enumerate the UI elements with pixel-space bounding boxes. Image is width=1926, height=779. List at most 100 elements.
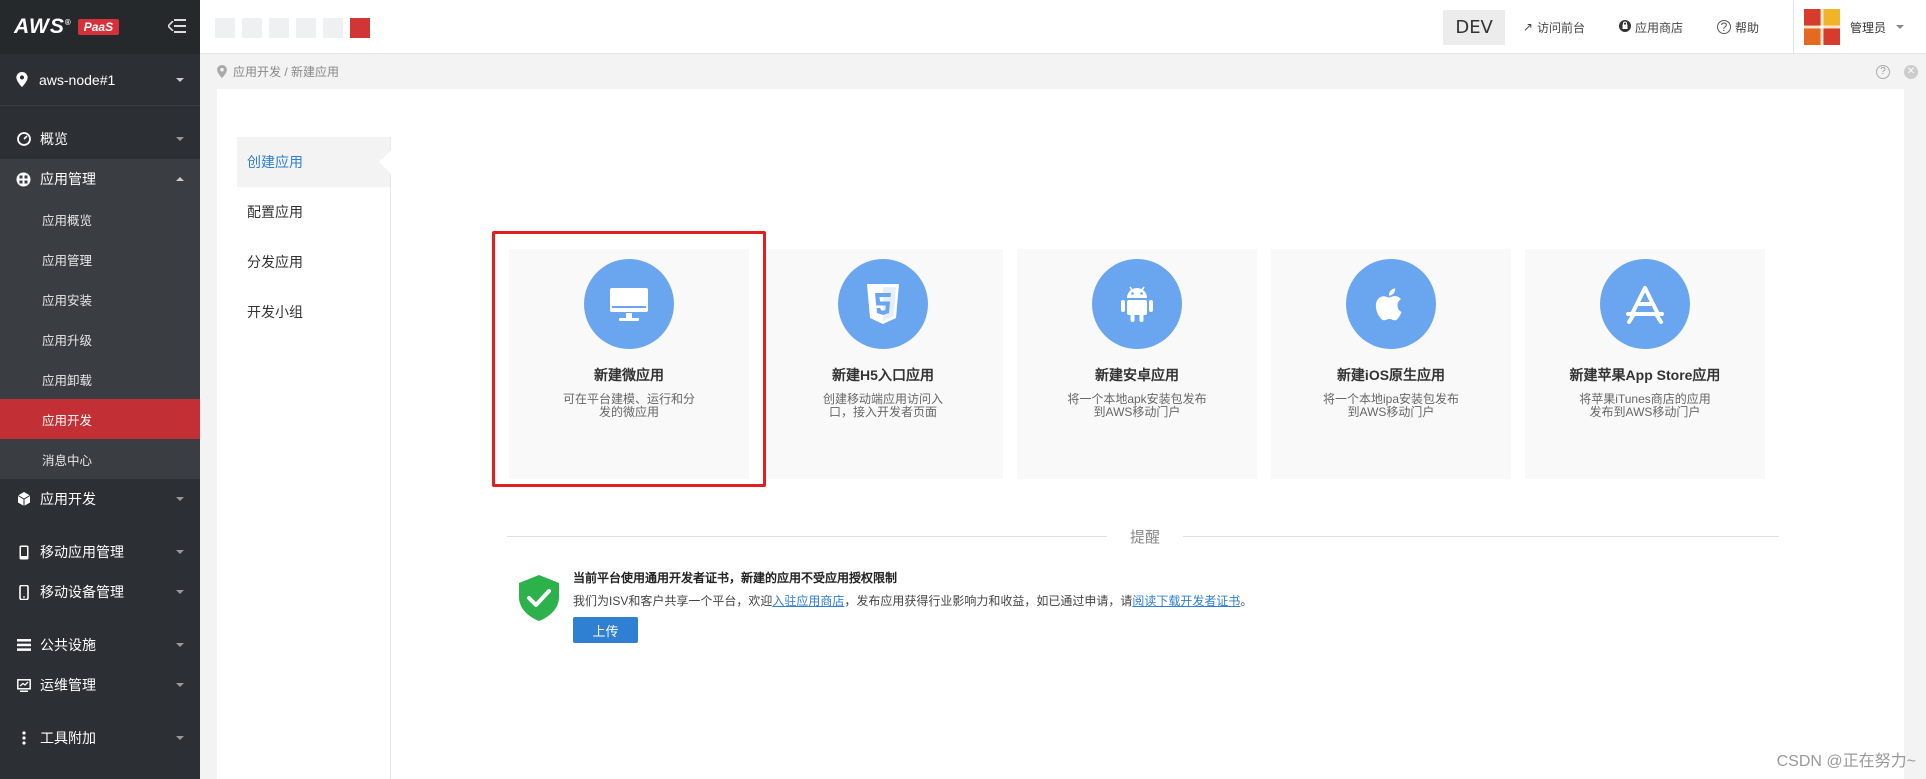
sidebar-item-label: 运维管理 bbox=[40, 677, 96, 693]
chevron-up-icon bbox=[176, 177, 184, 181]
chevron-down-icon bbox=[176, 497, 184, 501]
apple-icon bbox=[1346, 259, 1436, 349]
sidebar-item-label: 概览 bbox=[40, 131, 68, 147]
submenu-item-app-install[interactable]: 应用安装 bbox=[0, 279, 200, 319]
sidebar-item-mobile-device-management[interactable]: 移动设备管理 bbox=[0, 572, 200, 612]
monitor-chart-icon bbox=[16, 678, 31, 693]
notice-text: 我们为ISV和客户共享一个平台，欢迎入驻应用商店，发布应用获得行业影响力和收益，… bbox=[573, 594, 1253, 608]
submenu-item-app-overview[interactable]: 应用概览 bbox=[0, 199, 200, 239]
avatar bbox=[1803, 9, 1840, 45]
subnav-dev-team[interactable]: 开发小组 bbox=[237, 287, 390, 337]
tab-placeholder[interactable] bbox=[296, 18, 316, 38]
map-pin-icon bbox=[217, 65, 227, 78]
notice-title: 当前平台使用通用开发者证书，新建的应用不受应用授权限制 bbox=[573, 571, 898, 585]
node-label: aws-node#1 bbox=[39, 71, 116, 88]
chevron-down-icon bbox=[176, 550, 184, 554]
tab-placeholder[interactable] bbox=[242, 18, 262, 38]
cube-icon bbox=[16, 492, 31, 507]
subnav-distribute-app[interactable]: 分发应用 bbox=[237, 237, 390, 287]
mobile-device-icon bbox=[16, 584, 31, 600]
chevron-down-icon bbox=[176, 77, 184, 82]
main-content: 创建应用 配置应用 分发应用 开发小组 新建微应用 可在平台建模、运行和分发的微… bbox=[217, 89, 1904, 779]
chevron-down-icon bbox=[176, 590, 184, 594]
submenu-item-app-uninstall[interactable]: 应用卸载 bbox=[0, 359, 200, 399]
store-icon bbox=[1618, 19, 1631, 35]
sidebar-item-label: 工具附加 bbox=[40, 730, 96, 746]
chevron-down-icon bbox=[176, 137, 184, 141]
submenu-item-app-upgrade[interactable]: 应用升级 bbox=[0, 319, 200, 359]
chevron-down-icon bbox=[176, 683, 184, 687]
sidebar-item-label: 公共设施 bbox=[40, 637, 96, 653]
top-bar: DEV ↗ 访问前台 应用商店 ? 帮助 管理员 bbox=[200, 0, 1926, 54]
join-app-store-link[interactable]: 入驻应用商店 bbox=[772, 594, 844, 608]
breadcrumb-text: 应用开发 / 新建应用 bbox=[233, 65, 340, 79]
submenu-item-app-management[interactable]: 应用管理 bbox=[0, 239, 200, 279]
chevron-down-icon bbox=[176, 643, 184, 647]
card-new-android-app[interactable]: 新建安卓应用 将一个本地apk安装包发布到AWS移动门户 bbox=[1017, 249, 1257, 479]
logo[interactable]: AWS® PaaS bbox=[0, 0, 200, 54]
notice-divider-label: 提醒 bbox=[1129, 529, 1160, 546]
shield-check-icon bbox=[519, 575, 559, 621]
help-link[interactable]: ? 帮助 bbox=[1716, 19, 1759, 36]
help-icon[interactable]: ? bbox=[1876, 65, 1890, 79]
sidebar-item-label: 移动设备管理 bbox=[40, 584, 124, 600]
node-selector[interactable]: aws-node#1 bbox=[0, 54, 200, 106]
window-tabs bbox=[215, 18, 370, 38]
card-new-appstore-app[interactable]: 新建苹果App Store应用 将苹果iTunes商店的应用发布到AWS移动门户 bbox=[1525, 249, 1765, 479]
sub-navigation: 创建应用 配置应用 分发应用 开发小组 bbox=[237, 137, 391, 779]
android-icon bbox=[1092, 259, 1182, 349]
appstore-icon bbox=[1600, 259, 1690, 349]
notice-divider: 提醒 bbox=[507, 526, 1779, 546]
tab-placeholder[interactable] bbox=[323, 18, 343, 38]
tab-placeholder[interactable] bbox=[215, 18, 235, 38]
logo-aws-text: AWS® bbox=[14, 15, 72, 38]
card-title: 新建H5入口应用 bbox=[832, 367, 934, 383]
card-desc: 将苹果iTunes商店的应用发布到AWS移动门户 bbox=[1579, 392, 1711, 419]
sidebar-item-app-development[interactable]: 应用开发 bbox=[0, 479, 200, 519]
close-icon[interactable]: ✕ bbox=[1904, 65, 1918, 79]
subnav-create-app[interactable]: 创建应用 bbox=[237, 137, 391, 187]
sidebar-item-public-facilities[interactable]: 公共设施 bbox=[0, 625, 200, 665]
card-title: 新建苹果App Store应用 bbox=[1569, 367, 1721, 383]
external-link-icon: ↗ bbox=[1522, 20, 1533, 34]
more-vertical-icon bbox=[16, 731, 31, 746]
certificate-notice: 当前平台使用通用开发者证书，新建的应用不受应用授权限制 我们为ISV和客户共享一… bbox=[519, 569, 1252, 643]
breadcrumb: 应用开发 / 新建应用 ? ✕ bbox=[200, 54, 1926, 89]
sidebar-item-mobile-app-management[interactable]: 移动应用管理 bbox=[0, 532, 200, 572]
app-store-link[interactable]: 应用商店 bbox=[1618, 19, 1683, 36]
mobile-app-icon bbox=[16, 545, 31, 560]
user-name: 管理员 bbox=[1849, 20, 1886, 35]
card-desc: 将一个本地apk安装包发布到AWS移动门户 bbox=[1067, 392, 1207, 419]
card-new-h5-app[interactable]: 新建H5入口应用 创建移动端应用访问入口，接入开发者页面 bbox=[763, 249, 1003, 479]
link-label: 帮助 bbox=[1734, 20, 1759, 35]
apps-grid-icon bbox=[16, 172, 31, 187]
sidebar-item-overview[interactable]: 概览 bbox=[0, 119, 200, 159]
sidebar-item-ops-management[interactable]: 运维管理 bbox=[0, 665, 200, 705]
chevron-down-icon bbox=[1896, 25, 1904, 29]
card-desc: 创建移动端应用访问入口，接入开发者页面 bbox=[822, 392, 943, 419]
submenu-item-app-development[interactable]: 应用开发 bbox=[0, 399, 200, 439]
dashboard-icon bbox=[16, 132, 31, 147]
user-menu[interactable]: 管理员 bbox=[1792, 0, 1926, 54]
chevron-down-icon bbox=[176, 736, 184, 740]
card-desc: 将一个本地ipa安装包发布到AWS移动门户 bbox=[1322, 392, 1459, 419]
sidebar-item-label: 应用管理 bbox=[40, 171, 96, 187]
help-icon: ? bbox=[1716, 20, 1731, 34]
read-download-certificate-link[interactable]: 阅读下载开发者证书 bbox=[1132, 594, 1240, 608]
selection-highlight-box bbox=[492, 231, 766, 487]
sidebar: AWS® PaaS aws-node#1 概览 应用管理 应用概览 应用管理 应… bbox=[0, 0, 200, 779]
card-title: 新建iOS原生应用 bbox=[1336, 367, 1446, 383]
tab-placeholder[interactable] bbox=[269, 18, 289, 38]
sidebar-item-app-management[interactable]: 应用管理 bbox=[0, 159, 200, 199]
menu-toggle-icon[interactable] bbox=[168, 19, 186, 33]
visit-frontend-link[interactable]: ↗ 访问前台 bbox=[1523, 19, 1585, 36]
environment-badge: DEV bbox=[1443, 9, 1505, 45]
sidebar-item-tools-addon[interactable]: 工具附加 bbox=[0, 718, 200, 758]
card-new-ios-app[interactable]: 新建iOS原生应用 将一个本地ipa安装包发布到AWS移动门户 bbox=[1271, 249, 1511, 479]
tab-active[interactable] bbox=[350, 18, 370, 38]
submenu-item-message-center[interactable]: 消息中心 bbox=[0, 439, 200, 479]
subnav-configure-app[interactable]: 配置应用 bbox=[237, 187, 390, 237]
upload-button[interactable]: 上传 bbox=[573, 617, 638, 643]
html5-icon bbox=[838, 259, 928, 349]
list-icon bbox=[16, 638, 31, 653]
